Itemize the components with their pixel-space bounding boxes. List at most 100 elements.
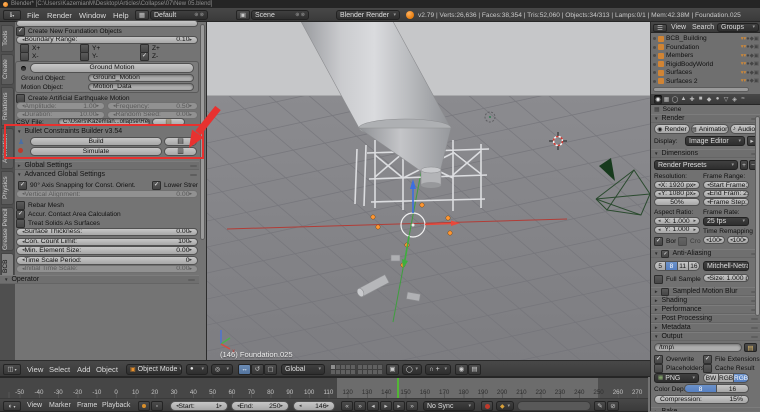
- start-frame-slider[interactable]: ◂Start Frame: 1▸: [703, 181, 749, 189]
- lower-strength-checkbox[interactable]: ✓Lower Strength Priority: [152, 181, 198, 190]
- tab-material-icon[interactable]: ●: [714, 95, 722, 104]
- color-channels-segment[interactable]: BW RGB RGBA: [703, 373, 749, 383]
- render-audio-button[interactable]: ♪ Audio: [730, 124, 758, 134]
- keying-mode-button[interactable]: ▫: [151, 401, 163, 411]
- row-toggles[interactable]: ▾▾●◆▣: [741, 60, 759, 68]
- layers-widget[interactable]: [330, 364, 356, 375]
- tl-menu-marker[interactable]: Marker: [49, 402, 71, 409]
- vertical-alignment-slider[interactable]: ◂ Vertical Alignment: 0.00 ▸: [16, 190, 198, 198]
- file-format-select[interactable]: ▦ PNG ▾: [654, 373, 699, 383]
- min-element-slider[interactable]: ◂ Min. Element Size: 0.00 ▸: [16, 246, 198, 255]
- tab-constraints-icon[interactable]: ✚: [688, 95, 696, 104]
- time-scale-slider[interactable]: ◂ Time Scale Period: 0 ▸: [16, 256, 198, 265]
- performance-header[interactable]: ► Performance: [651, 305, 760, 314]
- aa-filter-select[interactable]: Mitchell-Netrav▾: [703, 261, 749, 271]
- menu-render[interactable]: Render: [47, 11, 72, 20]
- row-toggles[interactable]: ▾▾●◆▣: [741, 43, 759, 51]
- row-toggles[interactable]: ▾▾●◆▣: [741, 52, 759, 60]
- remap-old-slider[interactable]: ◂ 100 ▸: [703, 236, 725, 244]
- row-toggles[interactable]: ▾▾●◆▣: [741, 69, 759, 77]
- crop-checkbox[interactable]: Cro: [678, 237, 701, 246]
- tab-modifiers-icon[interactable]: ■: [697, 95, 705, 104]
- row-toggles[interactable]: ▾▾●◆▣: [741, 77, 759, 85]
- border-checkbox[interactable]: ✓ Bor: [654, 237, 676, 246]
- timeline-playhead[interactable]: [397, 378, 399, 398]
- full-sample-checkbox[interactable]: Full Sample: [654, 275, 701, 284]
- output-panel-header[interactable]: ▼ Output: [651, 332, 760, 341]
- radio-dot[interactable]: [21, 66, 26, 71]
- outliner-display-mode-select[interactable]: Groups ▾: [717, 23, 759, 32]
- outliner-editor-icon[interactable]: ☰: [653, 23, 667, 32]
- timeline-ruler-numbers[interactable]: -50 -40 -30 -20 -10 0 10 20 30 40 50 60 70 80 90 100 110…: [10, 389, 648, 397]
- axis-xn-checkbox[interactable]: X-: [20, 52, 39, 61]
- bake-panel-header[interactable]: ►Bake: [651, 407, 760, 411]
- mode-select[interactable]: ▣ Object Mode ▾: [126, 363, 182, 375]
- preset-add-button[interactable]: +: [740, 160, 748, 170]
- tab-data-icon[interactable]: ◆: [705, 95, 713, 104]
- disclosure-dot-icon[interactable]: [653, 37, 656, 40]
- outliner-row[interactable]: Surfaces ▾▾●◆▣: [653, 69, 759, 77]
- output-browse-button[interactable]: ▤: [744, 343, 757, 352]
- aspect-y-slider[interactable]: ◂ Y: 1.000 ▸: [654, 225, 700, 234]
- menu-help[interactable]: Help: [113, 11, 129, 20]
- menu-window[interactable]: Window: [79, 11, 106, 20]
- metadata-header[interactable]: ► Metadata: [651, 323, 760, 332]
- tab-scene-icon[interactable]: ▦: [663, 95, 671, 104]
- global-settings-header[interactable]: ► Global Settings: [15, 161, 199, 170]
- display-select[interactable]: Image Editor ▾: [685, 136, 745, 146]
- manipulator-translate-button[interactable]: ↔: [238, 363, 251, 375]
- viewport-shading-select[interactable]: ● ▾: [186, 363, 208, 375]
- menu-file[interactable]: File: [27, 11, 39, 20]
- res-y-slider[interactable]: ◂ Y: 1080 px ▸: [654, 189, 700, 198]
- viewport-editor-icon[interactable]: ◫ ▾: [3, 363, 21, 375]
- fps-select[interactable]: 25 fps ▾: [703, 217, 749, 226]
- orientation-select[interactable]: Global ▾: [281, 363, 325, 375]
- keying-set-icon-select[interactable]: ◆ ▾: [496, 401, 514, 411]
- color-depth-segment[interactable]: 8 16: [684, 384, 749, 393]
- remap-new-slider[interactable]: ◂ 100 ▸: [727, 236, 749, 244]
- tab-physics-icon[interactable]: ≈: [739, 95, 747, 104]
- scene-select[interactable]: Scene ⊕ ⊗: [251, 10, 309, 20]
- row-toggles[interactable]: ▾▾●◆▣: [741, 35, 759, 43]
- outliner-row[interactable]: Foundation ▾▾●◆▣: [653, 43, 759, 51]
- dimensions-panel-header[interactable]: ▼ Dimensions: [651, 149, 760, 158]
- render-presets-select[interactable]: Render Presets ▾: [654, 160, 738, 170]
- opengl-render-button[interactable]: ◉: [455, 363, 468, 375]
- tab-relations[interactable]: Relations: [1, 87, 14, 126]
- vp-menu-object[interactable]: Object: [96, 365, 118, 374]
- disclosure-dot-icon[interactable]: [653, 45, 656, 49]
- scene-icon[interactable]: ▣: [236, 10, 250, 20]
- tab-world-icon[interactable]: ◯: [671, 95, 679, 104]
- tab-create[interactable]: Create: [1, 54, 14, 85]
- placeholders-checkbox[interactable]: Placeholders: [654, 363, 704, 373]
- cutoff-slider[interactable]: [16, 20, 198, 27]
- opengl-render-anim-button[interactable]: ▤: [468, 363, 481, 375]
- axis-zn-checkbox[interactable]: ✓ Z-: [140, 52, 158, 61]
- manipulator-scale-button[interactable]: ▢: [264, 363, 277, 375]
- timeline-editor-icon[interactable]: ◐ ▾: [3, 401, 21, 411]
- screen-layout-select[interactable]: Default ⊕ ⊗: [150, 10, 208, 20]
- outliner-row[interactable]: Members ▾▾●◆▣: [653, 52, 759, 60]
- jump-to-end-button[interactable]: »: [354, 401, 366, 411]
- outliner-row[interactable]: Surfaces 2 ▾▾●◆▣: [653, 77, 759, 85]
- accur-contact-checkbox[interactable]: ✓ Accur. Contact Area Calculation: [16, 209, 121, 219]
- treat-solids-checkbox[interactable]: Treat Solids As Surfaces: [16, 219, 100, 228]
- tab-object-icon[interactable]: ▲: [680, 95, 688, 104]
- frame-step-slider[interactable]: ◂Frame Step: 1▸: [703, 198, 749, 206]
- tab-texture-icon[interactable]: ▽: [722, 95, 730, 104]
- tl-menu-view[interactable]: View: [27, 402, 42, 409]
- auto-keyframe-button[interactable]: [138, 401, 150, 411]
- manipulator-rotate-button[interactable]: ↺: [251, 363, 264, 375]
- vp-menu-view[interactable]: View: [27, 365, 43, 374]
- anti-aliasing-panel-header[interactable]: ▼ ✓ Anti-Aliasing: [651, 249, 760, 258]
- delete-keyframe-button[interactable]: ⊘: [607, 401, 619, 411]
- end-frame-field[interactable]: ◂ End: 250 ▸: [231, 401, 289, 411]
- disclosure-dot-icon[interactable]: [653, 62, 656, 66]
- properties-scrollbar[interactable]: [755, 116, 760, 316]
- insert-keyframe-button[interactable]: ✎: [594, 401, 606, 411]
- operator-panel-header[interactable]: ▼ Operator: [0, 275, 199, 284]
- tab-render-icon[interactable]: ◉: [654, 94, 662, 104]
- current-frame-field[interactable]: ◂ 146 ▸: [293, 401, 335, 411]
- outliner-h-scrollbar[interactable]: [653, 87, 749, 92]
- render-panel-header[interactable]: ▼ Render: [651, 114, 760, 123]
